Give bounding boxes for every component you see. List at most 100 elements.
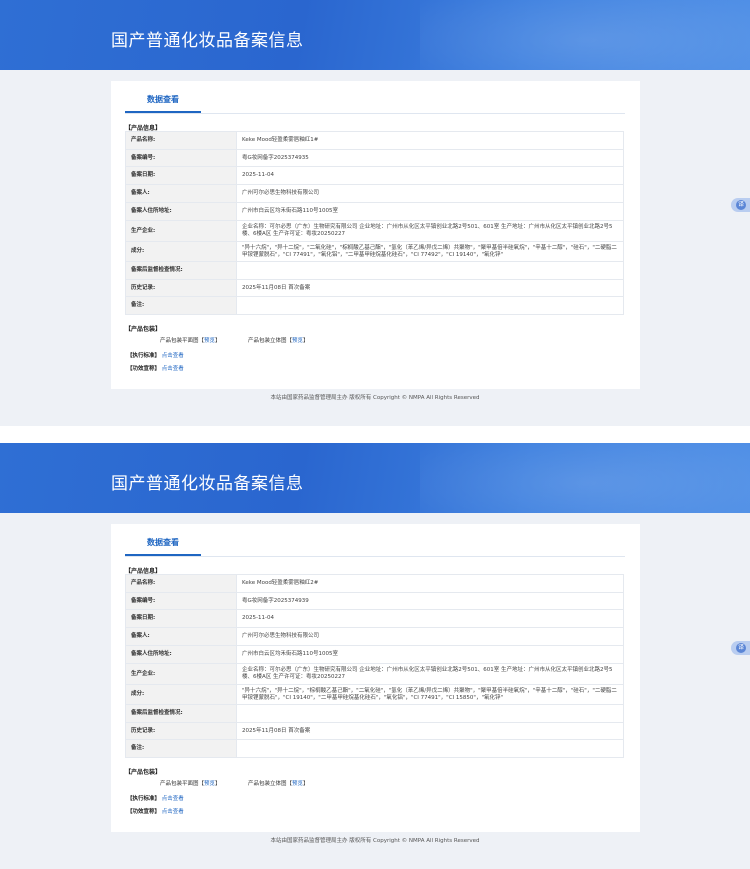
table-row: 备案编号: 粤G妆网备字2025374935 (125, 149, 624, 167)
table-row: 备案人住所地址: 广州市白云区均禾街石路110号1005室 (125, 645, 624, 664)
row-label: 备案人住所地址: (125, 202, 237, 221)
product-info-table: 产品名称: Keke Mood轻盈柔雾唇釉红1# 备案编号: 粤G妆网备字20253… (125, 131, 624, 315)
row-label: 备案日期: (125, 609, 237, 628)
preview-flat-link[interactable]: 预览 (204, 781, 215, 787)
efficacy-view-link[interactable]: 点击查看 (162, 809, 184, 815)
page-separator (0, 426, 750, 443)
row-label: 生产企业: (125, 663, 237, 685)
row-label: 产品名称: (125, 131, 237, 150)
table-row: 备案日期: 2025-11-04 (125, 609, 624, 628)
table-row: 成分: "异十六烷"，"异十二烷"，"棕榈酸乙基己酯"，"二氧化硅"，"氢化（苯乙… (125, 684, 624, 705)
row-value: 广州可尔必思生物科技有限公司 (236, 627, 624, 646)
row-value: 企业名称：可尔必思（广东）生物研究有限公司 企业地址：广州市从化区太平镇创业北路… (236, 663, 624, 685)
row-value: 2025年11月08日 首次备案 (236, 722, 624, 740)
efficacy-label: 【功效宣称】 (127, 809, 161, 815)
standard-label: 【执行标准】 (127, 353, 161, 359)
table-row: 产品名称: Keke Mood轻盈柔雾唇釉红2# (125, 574, 624, 593)
bracket-close: 】 (215, 781, 221, 787)
pkg-flat-label: 产品包装平面图 (160, 781, 199, 787)
row-value: 广州市白云区均禾街石路110号1005室 (236, 645, 624, 664)
bracket-close: 】 (215, 338, 221, 344)
table-row: 备案人住所地址: 广州市白云区均禾街石路110号1005室 (125, 202, 624, 221)
tab-data-view[interactable]: 数据查看 (125, 535, 201, 556)
translate-icon: 译 (736, 200, 746, 210)
table-row: 历史记录: 2025年11月08日 首次备案 (125, 722, 624, 740)
standard-view-link[interactable]: 点击查看 (162, 796, 184, 802)
pkg-3d-image: 产品包装立体图【预览】 (248, 336, 309, 344)
translate-widget[interactable]: 译 (731, 198, 750, 212)
pkg-flat-image: 产品包装平面图【预览】 (160, 779, 221, 787)
pkg-flat-label: 产品包装平面图 (160, 338, 199, 344)
row-value: "异十六烷"，"异十二烷"，"二氧化硅"，"棕榈酸乙基己酯"，"氢化（苯乙烯/异… (236, 241, 624, 262)
table-row: 备案后监督检查情况: (125, 261, 624, 280)
table-row: 备注: (125, 739, 624, 758)
row-value: 2025年11月08日 首次备案 (236, 279, 624, 297)
row-label: 备案人: (125, 184, 237, 203)
efficacy-view-link[interactable]: 点击查看 (162, 366, 184, 372)
tab-bar: 数据查看 (125, 92, 625, 114)
row-label: 成分: (125, 241, 237, 262)
translate-widget[interactable]: 译 (731, 641, 750, 655)
section-packaging: 【产品包装】 (125, 326, 162, 333)
record-page-1: 国产普通化妆品备案信息 数据查看 【产品信息】 产品名称: Keke Mood轻盈… (0, 0, 750, 426)
footer-copyright: 本站由国家药品监督管理局主办 版权所有 Copyright © NMPA All… (270, 395, 480, 401)
record-page-2: 国产普通化妆品备案信息 数据查看 【产品信息】 产品名称: Keke Mood轻盈… (0, 443, 750, 869)
bracket-close: 】 (303, 781, 309, 787)
row-label: 备案后监督检查情况: (125, 704, 237, 723)
efficacy-label: 【功效宣称】 (127, 366, 161, 372)
row-label: 历史记录: (125, 722, 237, 740)
standard-label: 【执行标准】 (127, 796, 161, 802)
preview-flat-link[interactable]: 预览 (204, 338, 215, 344)
row-value: "异十六烷"，"异十二烷"，"棕榈酸乙基己酯"，"二氧化硅"，"氢化（苯乙烯/异… (236, 684, 624, 705)
table-row: 备注: (125, 296, 624, 315)
pkg-3d-image: 产品包装立体图【预览】 (248, 779, 309, 787)
header-banner: 国产普通化妆品备案信息 (0, 0, 750, 70)
row-label: 备案编号: (125, 149, 237, 167)
row-label: 备案人: (125, 627, 237, 646)
product-info-table: 产品名称: Keke Mood轻盈柔雾唇釉红2# 备案编号: 粤G妆网备字20253… (125, 574, 624, 758)
pkg-flat-image: 产品包装平面图【预览】 (160, 336, 221, 344)
row-label: 生产企业: (125, 220, 237, 242)
table-row: 备案人: 广州可尔必思生物科技有限公司 (125, 627, 624, 646)
standard-row: 【执行标准】 点击查看 (127, 794, 184, 802)
row-value: Keke Mood轻盈柔雾唇釉红2# (236, 574, 624, 593)
page-title: 国产普通化妆品备案信息 (111, 31, 304, 51)
table-row: 成分: "异十六烷"，"异十二烷"，"二氧化硅"，"棕榈酸乙基己酯"，"氢化（苯乙… (125, 241, 624, 262)
table-row: 备案后监督检查情况: (125, 704, 624, 723)
table-row: 历史记录: 2025年11月08日 首次备案 (125, 279, 624, 297)
content-card: 数据查看 【产品信息】 产品名称: Keke Mood轻盈柔雾唇釉红1# 备案编号… (111, 81, 640, 389)
row-value (236, 739, 624, 758)
tab-bar: 数据查看 (125, 535, 625, 557)
row-label: 备案编号: (125, 592, 237, 610)
row-value: 企业名称：可尔必思（广东）生物研究有限公司 企业地址：广州市从化区太平镇创业北路… (236, 220, 624, 242)
row-value (236, 296, 624, 315)
standard-view-link[interactable]: 点击查看 (162, 353, 184, 359)
table-row: 生产企业: 企业名称：可尔必思（广东）生物研究有限公司 企业地址：广州市从化区太平… (125, 220, 624, 242)
row-label: 历史记录: (125, 279, 237, 297)
content-card: 数据查看 【产品信息】 产品名称: Keke Mood轻盈柔雾唇釉红2# 备案编号… (111, 524, 640, 832)
table-row: 备案编号: 粤G妆网备字2025374939 (125, 592, 624, 610)
efficacy-row: 【功效宣称】 点击查看 (127, 807, 184, 815)
row-label: 备注: (125, 739, 237, 758)
tab-data-view[interactable]: 数据查看 (125, 92, 201, 113)
preview-3d-link[interactable]: 预览 (292, 781, 303, 787)
table-row: 备案日期: 2025-11-04 (125, 166, 624, 185)
efficacy-row: 【功效宣称】 点击查看 (127, 364, 184, 372)
row-value: 广州可尔必思生物科技有限公司 (236, 184, 624, 203)
bracket-close: 】 (303, 338, 309, 344)
row-value: 粤G妆网备字2025374939 (236, 592, 624, 610)
row-value: 2025-11-04 (236, 166, 624, 185)
row-label: 成分: (125, 684, 237, 705)
row-value: Keke Mood轻盈柔雾唇釉红1# (236, 131, 624, 150)
row-value: 广州市白云区均禾街石路110号1005室 (236, 202, 624, 221)
row-value: 粤G妆网备字2025374935 (236, 149, 624, 167)
row-label: 产品名称: (125, 574, 237, 593)
preview-3d-link[interactable]: 预览 (292, 338, 303, 344)
pkg-3d-label: 产品包装立体图 (248, 338, 287, 344)
row-value: 2025-11-04 (236, 609, 624, 628)
row-label: 备案后监督检查情况: (125, 261, 237, 280)
table-row: 产品名称: Keke Mood轻盈柔雾唇釉红1# (125, 131, 624, 150)
row-label: 备案日期: (125, 166, 237, 185)
table-row: 生产企业: 企业名称：可尔必思（广东）生物研究有限公司 企业地址：广州市从化区太平… (125, 663, 624, 685)
row-label: 备注: (125, 296, 237, 315)
